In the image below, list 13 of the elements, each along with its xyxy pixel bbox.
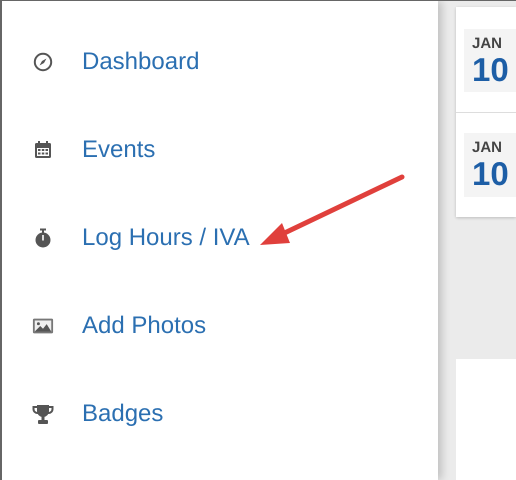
event-month: JAN [472,139,504,156]
event-month: JAN [472,35,504,52]
sidebar-item[interactable]: Log Hours / IVA [2,216,250,260]
sidebar-item[interactable]: Events [2,128,156,172]
sidebar-item[interactable]: Badges [2,392,164,435]
trophy-icon [32,402,54,425]
event-day: 10 [472,52,516,88]
calendar-icon [32,140,54,160]
event-day: 10 [472,156,516,193]
sidebar-item[interactable]: Dashboard [2,41,200,84]
compass-icon [32,52,54,72]
sidebar-item[interactable]: Add Photos [2,304,206,348]
image-icon [32,316,54,336]
